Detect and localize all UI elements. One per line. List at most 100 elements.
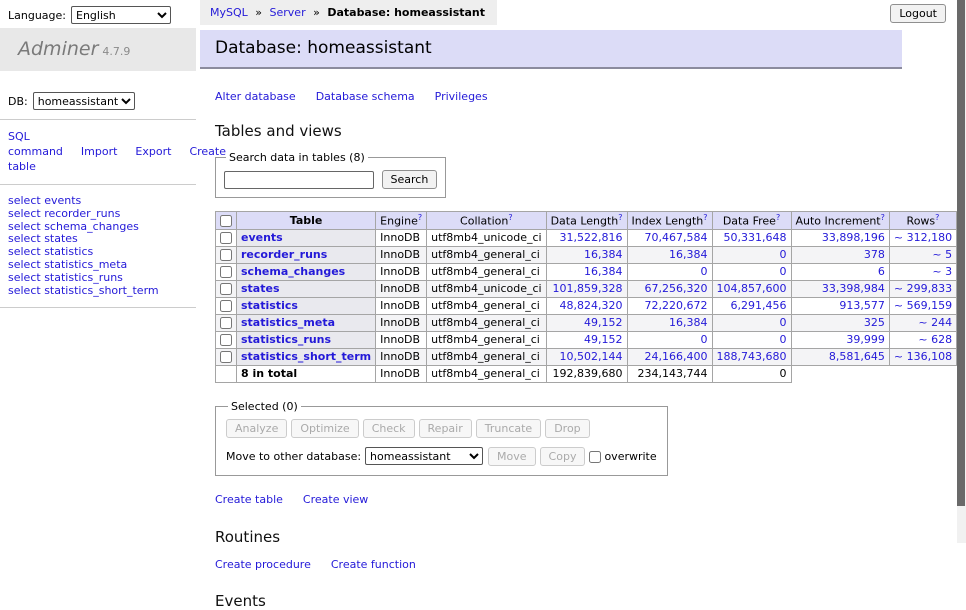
select-all-checkbox[interactable]: [220, 215, 232, 227]
cell-index-length[interactable]: 70,467,584: [627, 229, 712, 246]
overwrite-checkbox[interactable]: [589, 451, 601, 463]
cell-auto-increment[interactable]: 8,581,645: [791, 348, 889, 365]
row-checkbox-events[interactable]: [220, 232, 232, 244]
cell-index-length[interactable]: 0: [627, 331, 712, 348]
table-link-events[interactable]: events: [44, 194, 81, 207]
sidebar-link-export[interactable]: Export: [135, 145, 171, 158]
db-select[interactable]: homeassistant: [33, 92, 135, 110]
table-name-link-statistics-short-term[interactable]: statistics_short_term: [241, 350, 371, 363]
move-button[interactable]: Move: [488, 447, 536, 466]
cell-rows[interactable]: ~ 3: [889, 263, 956, 280]
cell-data-free[interactable]: 6,291,456: [712, 297, 791, 314]
row-checkbox-statistics-short-term[interactable]: [220, 351, 232, 363]
table-name-link-states[interactable]: states: [241, 282, 280, 295]
move-database-select[interactable]: homeassistant: [365, 447, 483, 465]
row-checkbox-states[interactable]: [220, 283, 232, 295]
drop-button[interactable]: Drop: [545, 419, 589, 438]
routine-create-function[interactable]: Create function: [331, 558, 416, 571]
analyze-button[interactable]: Analyze: [226, 419, 287, 438]
cell-index-length[interactable]: 16,384: [627, 314, 712, 331]
cell-data-length[interactable]: 31,522,816: [546, 229, 627, 246]
table-link-recorder-runs[interactable]: recorder_runs: [44, 207, 120, 220]
select-link-statistics-runs[interactable]: select: [8, 271, 41, 284]
select-link-statistics[interactable]: select: [8, 245, 41, 258]
create-create-table[interactable]: Create table: [215, 493, 283, 506]
sidebar-link-sql-command[interactable]: SQL command: [8, 130, 63, 158]
cell-auto-increment[interactable]: 33,398,984: [791, 280, 889, 297]
select-link-events[interactable]: select: [8, 194, 41, 207]
cell-data-length[interactable]: 16,384: [546, 263, 627, 280]
cell-index-length[interactable]: 16,384: [627, 246, 712, 263]
cell-auto-increment[interactable]: 913,577: [791, 297, 889, 314]
table-link-schema-changes[interactable]: schema_changes: [44, 220, 139, 233]
db-action-alter-database[interactable]: Alter database: [215, 90, 296, 103]
help-link[interactable]: ?: [508, 213, 512, 222]
cell-data-free[interactable]: 104,857,600: [712, 280, 791, 297]
help-link[interactable]: ?: [935, 213, 939, 222]
db-action-privileges[interactable]: Privileges: [435, 90, 488, 103]
repair-button[interactable]: Repair: [419, 419, 472, 438]
select-link-schema-changes[interactable]: select: [8, 220, 41, 233]
cell-rows[interactable]: ~ 244: [889, 314, 956, 331]
table-name-link-statistics[interactable]: statistics: [241, 299, 298, 312]
table-name-link-schema-changes[interactable]: schema_changes: [241, 265, 345, 278]
cell-rows[interactable]: ~ 628: [889, 331, 956, 348]
row-checkbox-statistics-meta[interactable]: [220, 317, 232, 329]
table-name-link-recorder-runs[interactable]: recorder_runs: [241, 248, 327, 261]
cell-data-length[interactable]: 16,384: [546, 246, 627, 263]
cell-auto-increment[interactable]: 325: [791, 314, 889, 331]
select-link-states[interactable]: select: [8, 232, 41, 245]
cell-data-free[interactable]: 0: [712, 314, 791, 331]
cell-data-free[interactable]: 0: [712, 331, 791, 348]
cell-data-free[interactable]: 50,331,648: [712, 229, 791, 246]
row-checkbox-recorder-runs[interactable]: [220, 249, 232, 261]
routine-create-procedure[interactable]: Create procedure: [215, 558, 311, 571]
cell-auto-increment[interactable]: 6: [791, 263, 889, 280]
cell-index-length[interactable]: 67,256,320: [627, 280, 712, 297]
table-link-states[interactable]: states: [44, 232, 78, 245]
table-link-statistics-meta[interactable]: statistics_meta: [44, 258, 127, 271]
cell-auto-increment[interactable]: 39,999: [791, 331, 889, 348]
table-name-link-statistics-runs[interactable]: statistics_runs: [241, 333, 331, 346]
cell-index-length[interactable]: 0: [627, 263, 712, 280]
table-link-statistics[interactable]: statistics: [44, 245, 93, 258]
cell-data-length[interactable]: 49,152: [546, 314, 627, 331]
help-link[interactable]: ?: [418, 213, 422, 222]
row-checkbox-statistics-runs[interactable]: [220, 334, 232, 346]
cell-auto-increment[interactable]: 378: [791, 246, 889, 263]
cell-data-free[interactable]: 0: [712, 263, 791, 280]
cell-data-free[interactable]: 0: [712, 246, 791, 263]
cell-rows[interactable]: ~ 569,159: [889, 297, 956, 314]
help-link[interactable]: ?: [881, 213, 885, 222]
cell-data-length[interactable]: 49,152: [546, 331, 627, 348]
cell-rows[interactable]: ~ 136,108: [889, 348, 956, 365]
optimize-button[interactable]: Optimize: [291, 419, 358, 438]
sidebar-link-import[interactable]: Import: [81, 145, 118, 158]
language-select[interactable]: English: [71, 6, 171, 24]
select-link-recorder-runs[interactable]: select: [8, 207, 41, 220]
truncate-button[interactable]: Truncate: [476, 419, 541, 438]
breadcrumb-link-mysql[interactable]: MySQL: [210, 6, 248, 19]
window-scrollbar-thumb[interactable]: [957, 0, 965, 506]
row-checkbox-schema-changes[interactable]: [220, 266, 232, 278]
db-action-database-schema[interactable]: Database schema: [316, 90, 415, 103]
search-input[interactable]: [224, 171, 374, 189]
cell-auto-increment[interactable]: 33,898,196: [791, 229, 889, 246]
breadcrumb-link-server[interactable]: Server: [270, 6, 306, 19]
table-link-statistics-runs[interactable]: statistics_runs: [44, 271, 123, 284]
help-link[interactable]: ?: [776, 213, 780, 222]
cell-data-length[interactable]: 101,859,328: [546, 280, 627, 297]
cell-rows[interactable]: ~ 299,833: [889, 280, 956, 297]
cell-rows[interactable]: ~ 312,180: [889, 229, 956, 246]
help-link[interactable]: ?: [703, 213, 707, 222]
table-name-link-statistics-meta[interactable]: statistics_meta: [241, 316, 335, 329]
table-name-link-events[interactable]: events: [241, 231, 283, 244]
cell-rows[interactable]: ~ 5: [889, 246, 956, 263]
cell-index-length[interactable]: 24,166,400: [627, 348, 712, 365]
row-checkbox-statistics[interactable]: [220, 300, 232, 312]
check-button[interactable]: Check: [363, 419, 415, 438]
help-link[interactable]: ?: [618, 213, 622, 222]
window-scrollbar-track[interactable]: [957, 0, 966, 543]
copy-button[interactable]: Copy: [540, 447, 586, 466]
search-button[interactable]: Search: [382, 170, 438, 189]
